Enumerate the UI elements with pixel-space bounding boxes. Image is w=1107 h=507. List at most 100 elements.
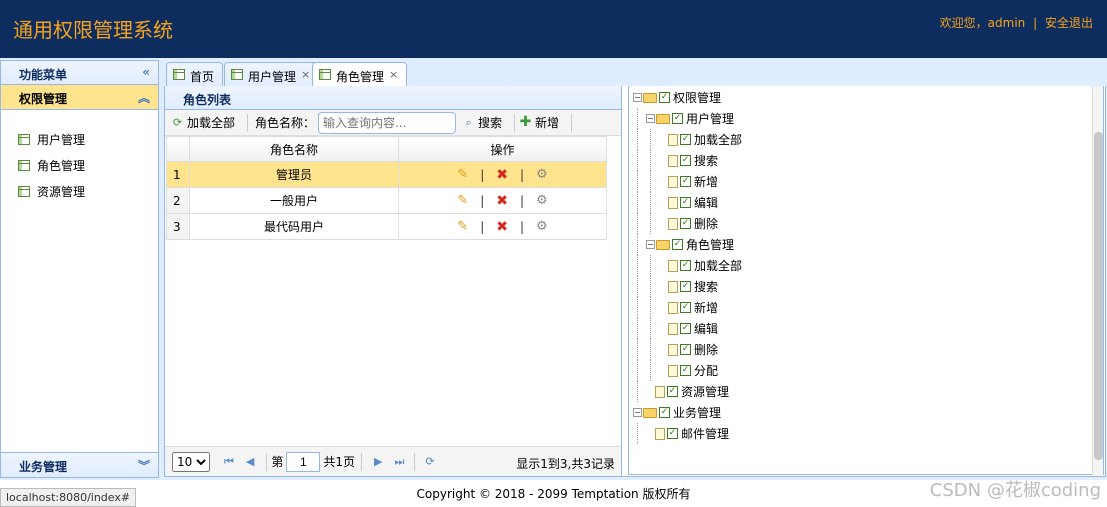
checkbox[interactable]: ✓ — [680, 155, 691, 166]
double-chevron-left-icon[interactable]: « — [142, 65, 150, 79]
tree-node[interactable]: ✓ 编辑 — [629, 192, 1103, 213]
expand-toggle-icon[interactable]: − — [633, 93, 642, 102]
page-size-select[interactable]: 10 — [172, 451, 210, 472]
checkbox[interactable]: ✓ — [680, 365, 691, 376]
tree-node-label: 新增 — [694, 175, 719, 189]
prev-page-icon[interactable]: ◀ — [246, 455, 254, 468]
permission-tree: − ✓ 权限管理 − ✓ 用户管理 ✓ 加载全部 ✓ 搜索 ✓ 新增 ✓ 编辑 ✓ 删除 − ✓ 角色管理 ✓ 加载全部… — [628, 86, 1104, 475]
tree-node[interactable]: ✓ 搜索 — [629, 150, 1103, 171]
tree-node-label: 分配 — [694, 364, 719, 378]
accordion-business-management[interactable]: 业务管理 ︾ — [1, 452, 158, 477]
checkbox[interactable]: ✓ — [659, 92, 670, 103]
column-actions[interactable]: 操作 — [398, 136, 607, 162]
checkbox[interactable]: ✓ — [680, 260, 691, 271]
sidebar-item-resource-management[interactable]: 资源管理 — [1, 178, 158, 204]
close-icon[interactable]: × — [389, 68, 398, 81]
checkbox[interactable]: ✓ — [680, 281, 691, 292]
gear-icon[interactable]: ⚙ — [536, 167, 548, 182]
load-all-button[interactable]: ⟳ 加载全部 — [171, 114, 235, 131]
checkbox[interactable]: ✓ — [680, 197, 691, 208]
search-button[interactable]: ⌕ 搜索 — [462, 114, 502, 131]
expand-toggle-icon[interactable]: − — [646, 240, 655, 249]
logout-link[interactable]: 安全退出 — [1045, 16, 1093, 30]
sidebar-item-user-management[interactable]: 用户管理 — [1, 126, 158, 152]
tree-node-label: 删除 — [694, 217, 719, 231]
tree-node[interactable]: − ✓ 用户管理 — [629, 108, 1103, 129]
refresh-icon[interactable]: ⟳ — [425, 455, 434, 468]
tree-node[interactable]: ✓ 新增 — [629, 171, 1103, 192]
tab-user-management[interactable]: 用户管理 × — [224, 62, 320, 87]
close-icon[interactable]: × — [301, 68, 310, 81]
role-name-cell[interactable]: 管理员 — [189, 161, 399, 188]
checkbox[interactable]: ✓ — [672, 113, 683, 124]
reload-icon: ⟳ — [172, 116, 183, 129]
checkbox[interactable]: ✓ — [680, 218, 691, 229]
page-number-input[interactable] — [286, 451, 321, 472]
checkbox[interactable]: ✓ — [672, 239, 683, 250]
checkbox[interactable]: ✓ — [659, 407, 670, 418]
delete-icon[interactable]: ✖ — [496, 219, 508, 235]
gear-icon[interactable]: ⚙ — [536, 219, 548, 234]
tree-node-label: 新增 — [694, 301, 719, 315]
tree-node[interactable]: ✓ 资源管理 — [629, 381, 1103, 402]
tab-bar: 首页 用户管理 × 角色管理 × — [164, 60, 1106, 88]
row-number: 3 — [166, 213, 190, 240]
tab-home[interactable]: 首页 — [166, 62, 224, 87]
toolbar-divider — [571, 113, 573, 132]
delete-icon[interactable]: ✖ — [496, 193, 508, 209]
tree-node[interactable]: ✓ 邮件管理 — [629, 423, 1103, 444]
toolbar-divider — [247, 113, 249, 132]
checkbox[interactable]: ✓ — [667, 386, 678, 397]
delete-icon[interactable]: ✖ — [496, 167, 508, 183]
table-row[interactable]: 3 最代码用户 ✎ | ✖ | ⚙ — [166, 213, 607, 240]
tree-node[interactable]: ✓ 编辑 — [629, 318, 1103, 339]
tree-node[interactable]: ✓ 搜索 — [629, 276, 1103, 297]
role-name-cell[interactable]: 一般用户 — [189, 187, 399, 214]
double-chevron-up-icon[interactable]: ︽ — [138, 89, 150, 106]
expand-toggle-icon[interactable]: − — [633, 408, 642, 417]
table-row[interactable]: 1 管理员 ✎ | ✖ | ⚙ — [166, 161, 607, 188]
separator: | — [1033, 16, 1038, 30]
edit-icon[interactable]: ✎ — [457, 167, 468, 182]
role-name-cell[interactable]: 最代码用户 — [189, 213, 399, 240]
first-page-icon[interactable]: ⏮ — [224, 455, 234, 469]
last-page-icon[interactable]: ⏭ — [395, 455, 405, 469]
tab-role-management[interactable]: 角色管理 × — [312, 62, 408, 88]
expand-toggle-icon[interactable]: − — [646, 114, 655, 123]
next-page-icon[interactable]: ▶ — [374, 455, 382, 468]
checkbox[interactable]: ✓ — [680, 323, 691, 334]
search-input[interactable] — [318, 111, 457, 134]
tree-node[interactable]: ✓ 分配 — [629, 360, 1103, 381]
tree-node[interactable]: − ✓ 角色管理 — [629, 234, 1103, 255]
edit-icon[interactable]: ✎ — [457, 193, 468, 208]
folder-icon — [643, 407, 657, 418]
tree-node-label: 删除 — [694, 343, 719, 357]
tree-node[interactable]: ✓ 删除 — [629, 339, 1103, 360]
grid-icon — [18, 185, 30, 197]
grid-icon — [231, 69, 243, 80]
checkbox[interactable]: ✓ — [680, 344, 691, 355]
checkbox[interactable]: ✓ — [680, 302, 691, 313]
tree-node-label: 邮件管理 — [681, 427, 730, 441]
tree-node[interactable]: ✓ 加载全部 — [629, 255, 1103, 276]
double-chevron-down-icon[interactable]: ︾ — [138, 457, 150, 474]
checkbox[interactable]: ✓ — [680, 176, 691, 187]
checkbox[interactable]: ✓ — [680, 134, 691, 145]
table-row[interactable]: 2 一般用户 ✎ | ✖ | ⚙ — [166, 187, 607, 214]
tree-node[interactable]: − ✓ 业务管理 — [629, 402, 1103, 423]
gear-icon[interactable]: ⚙ — [536, 193, 548, 208]
tree-node[interactable]: ✓ 删除 — [629, 213, 1103, 234]
accordion-permission-management[interactable]: 权限管理 ︽ — [1, 85, 158, 110]
column-role-name[interactable]: 角色名称 — [189, 136, 399, 162]
tree-node[interactable]: ✓ 新增 — [629, 297, 1103, 318]
file-icon — [668, 364, 678, 377]
checkbox[interactable]: ✓ — [667, 428, 678, 439]
file-icon — [668, 343, 678, 356]
sidebar-item-role-management[interactable]: 角色管理 — [1, 152, 158, 178]
tree-node[interactable]: − ✓ 权限管理 — [629, 87, 1103, 108]
tree-node[interactable]: ✓ 加载全部 — [629, 129, 1103, 150]
edit-icon[interactable]: ✎ — [457, 219, 468, 234]
add-button[interactable]: ✚ 新增 — [519, 114, 559, 131]
tree-node-label: 角色管理 — [686, 238, 735, 252]
sidebar: 功能菜单 « 权限管理 ︽ 用户管理 角色管理 资源管理 业务管理 ︾ — [0, 60, 159, 478]
